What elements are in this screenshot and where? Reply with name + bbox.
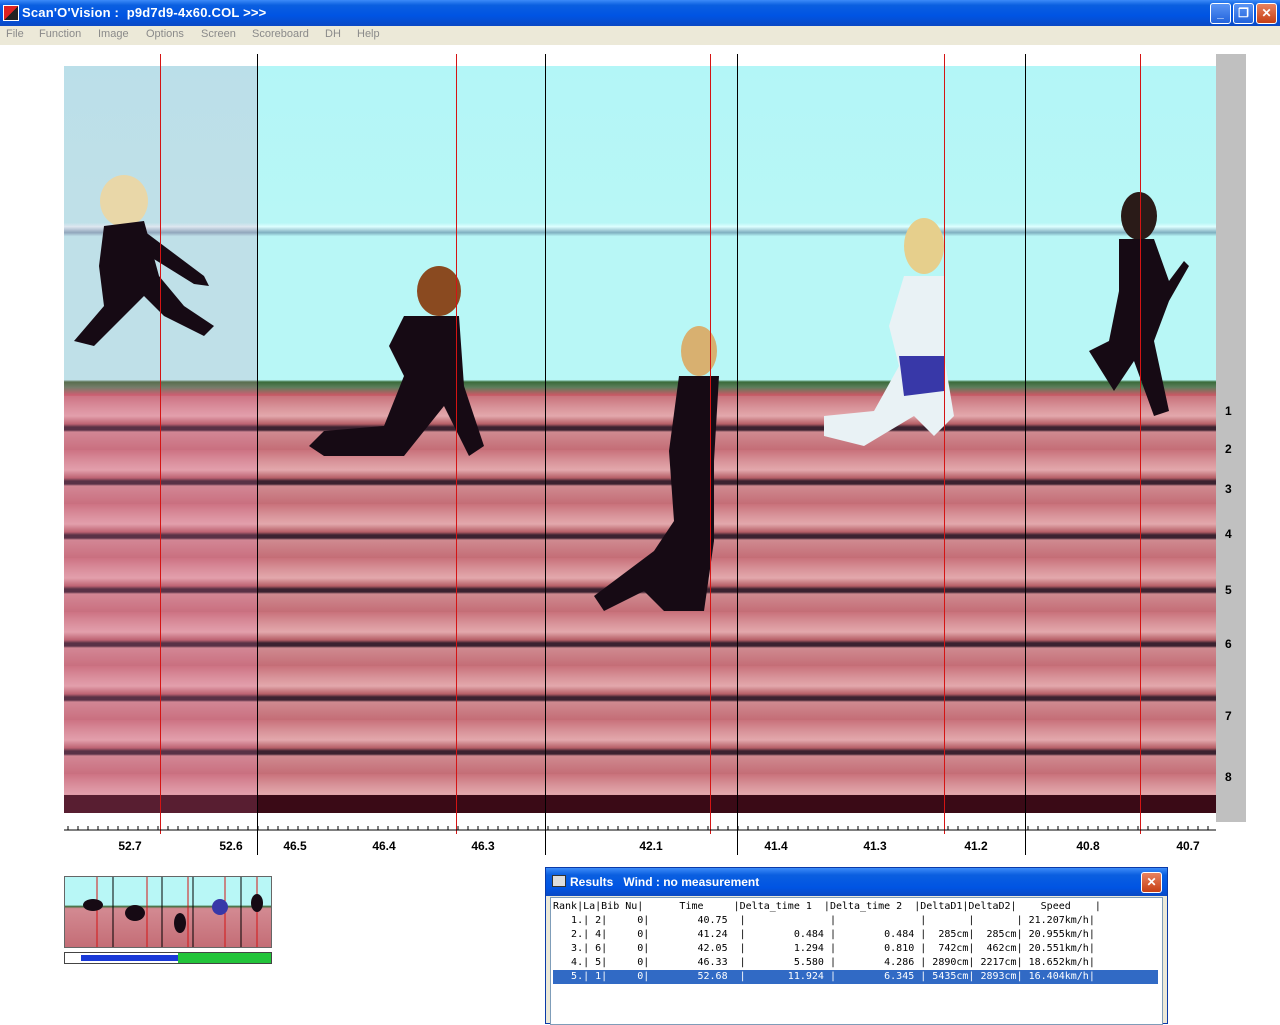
menu-options[interactable]: Options <box>146 28 184 40</box>
menu-dh[interactable]: DH <box>325 28 341 40</box>
finish-cursor-line[interactable] <box>456 54 457 834</box>
ruler-label: 41.3 <box>863 839 887 853</box>
minimize-button[interactable]: _ <box>1210 3 1231 24</box>
ruler-label: 40.8 <box>1076 839 1100 853</box>
table-row-selected[interactable]: 5.| 1| 0| 52.68 | 11.924 | 6.345 | 5435c… <box>553 970 1158 984</box>
lane-number: 3 <box>1225 482 1232 496</box>
split-line[interactable] <box>257 54 258 855</box>
vertical-scrollbar[interactable] <box>1216 54 1246 822</box>
results-header: Rank|La|Bib Nu| Time |Delta_time 1 |Delt… <box>553 901 1101 912</box>
ruler-label: 42.1 <box>639 839 663 853</box>
finish-cursor-line[interactable] <box>1140 54 1141 834</box>
time-ruler: 52.7 52.6 46.5 46.4 46.3 42.1 41.4 41.3 … <box>64 813 1216 858</box>
ruler-label: 46.3 <box>471 839 495 853</box>
position-indicator-green <box>178 953 271 963</box>
ruler-label: 41.4 <box>764 839 788 853</box>
ruler-label: 46.5 <box>283 839 307 853</box>
table-row[interactable]: 3.| 6| 0| 42.05 | 1.294 | 0.810 | 742cm|… <box>553 942 1158 956</box>
lane-number: 4 <box>1225 527 1232 541</box>
lane-number: 6 <box>1225 637 1232 651</box>
results-close-button[interactable]: ✕ <box>1141 872 1162 893</box>
menu-help[interactable]: Help <box>357 28 380 40</box>
maximize-button[interactable]: ❐ <box>1233 3 1254 24</box>
runner-silhouette <box>594 326 719 611</box>
lane-number: 5 <box>1225 583 1232 597</box>
table-row[interactable]: 1.| 2| 0| 40.75 | | | | | 21.207km/h| <box>553 914 1158 928</box>
finish-cursor-line[interactable] <box>944 54 945 834</box>
lane-number: 2 <box>1225 442 1232 456</box>
menu-screen[interactable]: Screen <box>201 28 236 40</box>
results-title-bar[interactable]: Results Wind : no measurement ✕ <box>546 868 1167 896</box>
lane-number: 1 <box>1225 404 1232 418</box>
runner-silhouette <box>74 175 214 346</box>
menu-image[interactable]: Image <box>98 28 129 40</box>
finish-cursor-line[interactable] <box>710 54 711 834</box>
thumbnail-navigator[interactable] <box>64 876 272 948</box>
split-line[interactable] <box>545 54 546 855</box>
ruler-ticks <box>64 826 1216 831</box>
thumbnail-position-bar[interactable] <box>64 952 272 964</box>
table-row[interactable]: 2.| 4| 0| 41.24 | 0.484 | 0.484 | 285cm|… <box>553 928 1158 942</box>
ruler-label: 46.4 <box>372 839 396 853</box>
split-line[interactable] <box>737 54 738 855</box>
table-row[interactable]: 4.| 5| 0| 46.33 | 5.580 | 4.286 | 2890cm… <box>553 956 1158 970</box>
close-button[interactable]: ✕ <box>1256 3 1277 24</box>
ruler-label: 41.2 <box>964 839 988 853</box>
results-table[interactable]: Rank|La|Bib Nu| Time |Delta_time 1 |Delt… <box>550 897 1163 1025</box>
lane-number: 7 <box>1225 709 1232 723</box>
printer-icon[interactable] <box>552 875 566 887</box>
position-indicator-blue <box>81 955 178 961</box>
ruler-label: 40.7 <box>1176 839 1200 853</box>
ruler-label: 52.6 <box>219 839 243 853</box>
lane-number: 8 <box>1225 770 1232 784</box>
menu-function[interactable]: Function <box>39 28 81 40</box>
window-title: Scan'O'Vision : p9d7d9-4x60.COL >>> <box>22 5 267 20</box>
thumbnail-lines <box>83 877 263 947</box>
runner-silhouette <box>309 266 484 456</box>
ruler-label: 52.7 <box>118 839 142 853</box>
menu-bar: File Function Image Options Screen Score… <box>0 26 1280 45</box>
runner-silhouette <box>1089 192 1189 416</box>
runner-silhouette <box>824 218 954 446</box>
results-window[interactable]: Results Wind : no measurement ✕ Rank|La|… <box>545 867 1168 1025</box>
split-line[interactable] <box>1025 54 1026 855</box>
app-icon[interactable] <box>3 5 19 21</box>
title-bar: Scan'O'Vision : p9d7d9-4x60.COL >>> _ ❐ … <box>0 0 1280 26</box>
finish-cursor-line[interactable] <box>160 54 161 834</box>
photo-finish-image[interactable] <box>64 66 1216 813</box>
menu-scoreboard[interactable]: Scoreboard <box>252 28 309 40</box>
menu-file[interactable]: File <box>6 28 24 40</box>
results-title: Results Wind : no measurement <box>570 875 760 889</box>
